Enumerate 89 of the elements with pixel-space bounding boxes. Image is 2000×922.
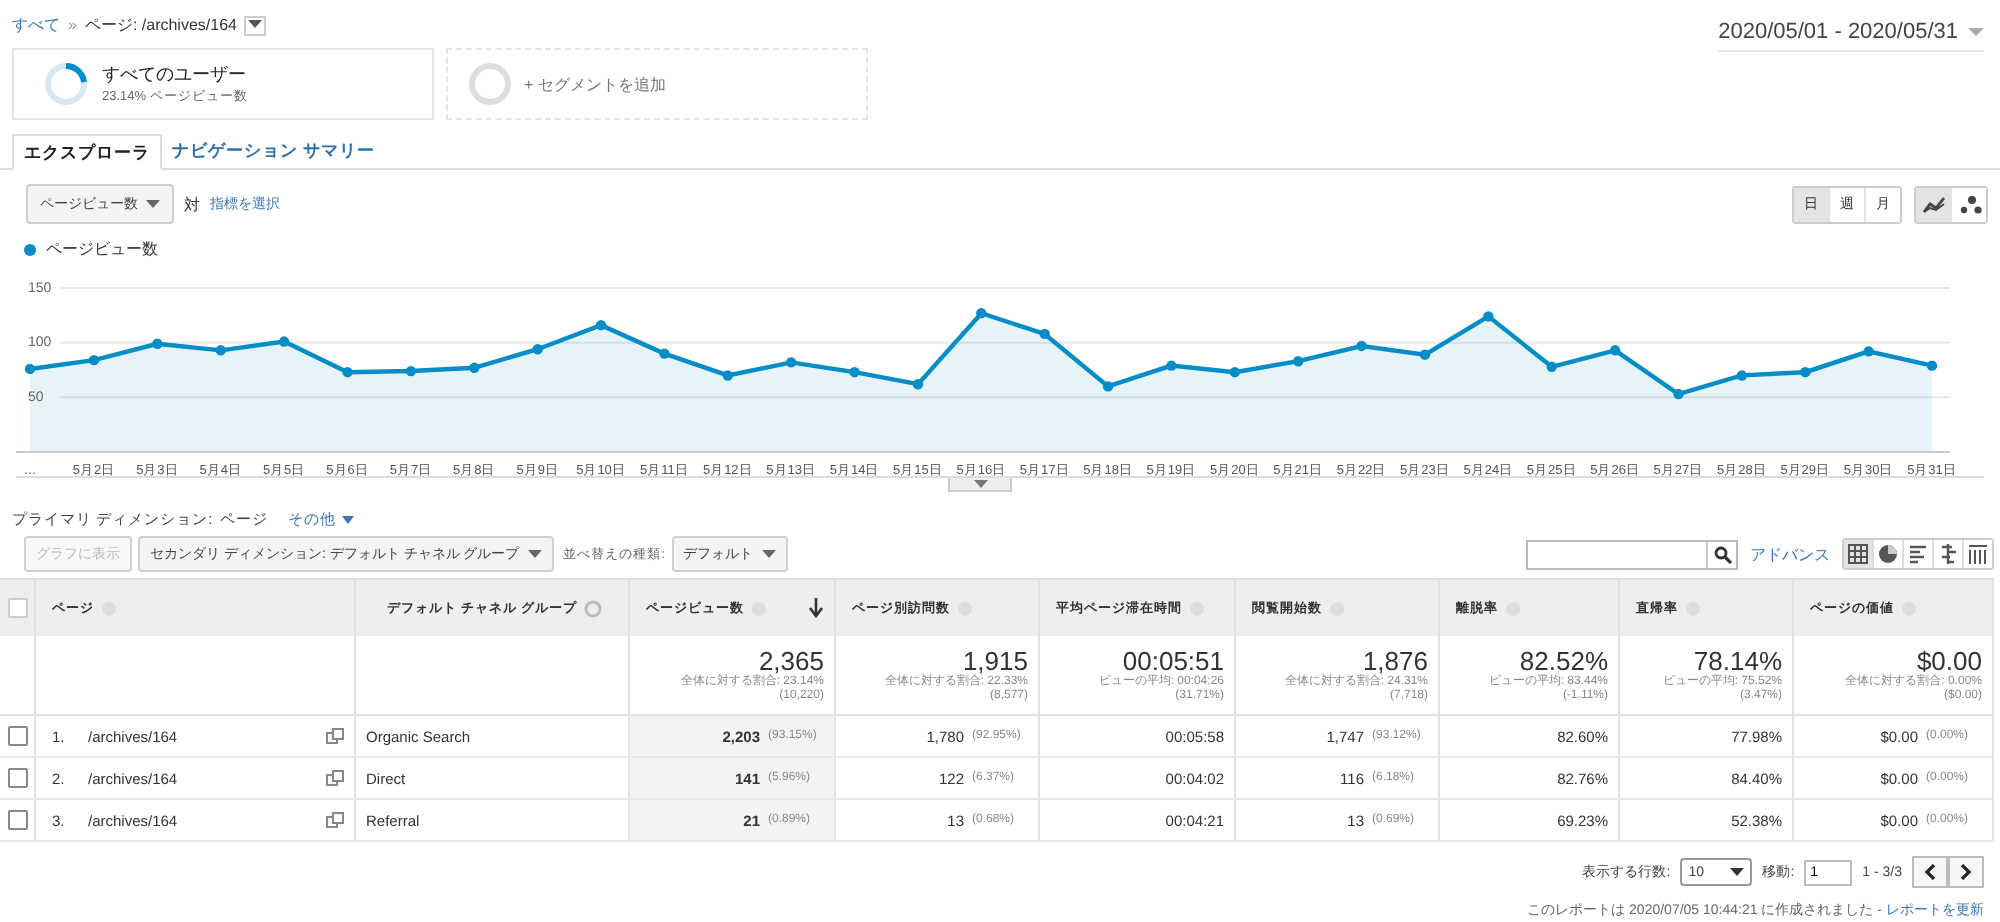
point <box>1673 388 1684 400</box>
point <box>1419 349 1431 360</box>
point <box>278 336 290 347</box>
point <box>1102 381 1114 392</box>
external-link-icon[interactable] <box>326 769 344 787</box>
point <box>1483 311 1494 322</box>
breadcrumb-current: ページ: /archives/164 <box>84 14 237 36</box>
dropdown-button[interactable] <box>244 15 267 35</box>
date-range-picker[interactable]: 2020/05/01 - 2020/05/31 <box>1718 8 1984 52</box>
total-value: 78.14% <box>1693 646 1782 676</box>
advanced-link[interactable]: アドバンス <box>1750 543 1830 565</box>
chevron-left-icon <box>1924 864 1936 880</box>
sort-arrow-icon[interactable] <box>808 598 824 618</box>
point <box>722 370 733 381</box>
point <box>659 348 670 359</box>
line-chart-icon <box>1921 194 1945 214</box>
total-value: 00:05:51 <box>1122 646 1224 676</box>
caret-icon <box>527 549 542 559</box>
point <box>1039 328 1050 340</box>
total-value: 82.52% <box>1519 646 1608 676</box>
point <box>595 319 607 331</box>
segment-ring-icon <box>42 60 90 108</box>
grid-icon <box>1848 544 1868 564</box>
point <box>1546 361 1557 372</box>
previous-page-button[interactable] <box>1912 856 1948 888</box>
point <box>785 357 797 368</box>
versus-label: 対 <box>184 193 200 215</box>
point <box>405 365 417 377</box>
breadcrumb-separator: » <box>68 16 77 34</box>
row-checkbox[interactable] <box>7 726 27 746</box>
caret-icon <box>761 549 776 559</box>
caret-icon <box>342 516 355 524</box>
point <box>1736 370 1748 381</box>
point <box>1356 340 1367 352</box>
resize-handle[interactable] <box>948 478 1012 492</box>
search-field[interactable] <box>1526 539 1738 569</box>
total-value: 2,365 <box>758 646 824 676</box>
external-link-icon[interactable] <box>326 727 344 745</box>
pivot-icon <box>1968 544 1988 564</box>
next-page-button[interactable] <box>1948 856 1984 888</box>
empty-ring-icon <box>468 62 512 106</box>
point <box>1293 356 1304 367</box>
segment-title: すべてのユーザー <box>102 62 248 88</box>
comparison-icon <box>1938 544 1958 564</box>
point <box>912 379 924 390</box>
tab[interactable]: ナビゲーション サマリー <box>162 134 385 168</box>
row-checkbox[interactable] <box>7 810 27 830</box>
point <box>152 338 163 349</box>
external-link-icon[interactable] <box>326 811 344 829</box>
breadcrumb-link[interactable]: すべて <box>12 14 60 36</box>
point <box>532 344 543 355</box>
bar-view-button[interactable] <box>1902 540 1932 568</box>
comparison-view-button[interactable] <box>1932 540 1962 568</box>
bubble-chart-button[interactable] <box>1950 187 1986 221</box>
pie-view-button[interactable] <box>1872 540 1902 568</box>
search-icon <box>1713 545 1731 563</box>
point <box>849 366 860 378</box>
point <box>469 362 480 374</box>
legend-label: ページビュー数 <box>46 238 158 260</box>
total-value: $0.00 <box>1916 646 1982 676</box>
caret-icon <box>146 199 160 209</box>
table-view-button[interactable] <box>1844 540 1872 568</box>
point <box>1229 366 1241 378</box>
pivot-view-button[interactable] <box>1962 540 1992 568</box>
tab[interactable]: エクスプローラ <box>12 134 162 170</box>
bubble-chart-icon <box>1957 194 1981 214</box>
point <box>88 354 100 366</box>
add-segment-link[interactable]: + セグメントを追加 <box>524 73 666 95</box>
add-segment-card[interactable]: + セグメントを追加 <box>446 48 868 120</box>
bar-chart-icon <box>1908 544 1928 564</box>
point <box>342 366 353 378</box>
row-checkbox[interactable] <box>7 768 27 788</box>
point <box>976 307 987 319</box>
caret-icon <box>973 480 987 488</box>
point <box>1166 360 1177 371</box>
caret-icon <box>1730 867 1745 877</box>
point <box>1926 360 1938 371</box>
line-chart-button[interactable] <box>1916 187 1950 221</box>
total-value: 1,915 <box>962 646 1028 676</box>
point <box>1609 345 1621 356</box>
select-all-checkbox[interactable] <box>7 598 27 618</box>
caret-icon <box>1968 27 1984 37</box>
pie-chart-icon <box>1878 544 1898 564</box>
caret-icon <box>248 20 263 30</box>
point <box>215 345 226 356</box>
point <box>1800 366 1811 378</box>
point <box>1863 346 1874 357</box>
total-value: 1,876 <box>1362 646 1428 676</box>
chevron-right-icon <box>1960 864 1972 880</box>
